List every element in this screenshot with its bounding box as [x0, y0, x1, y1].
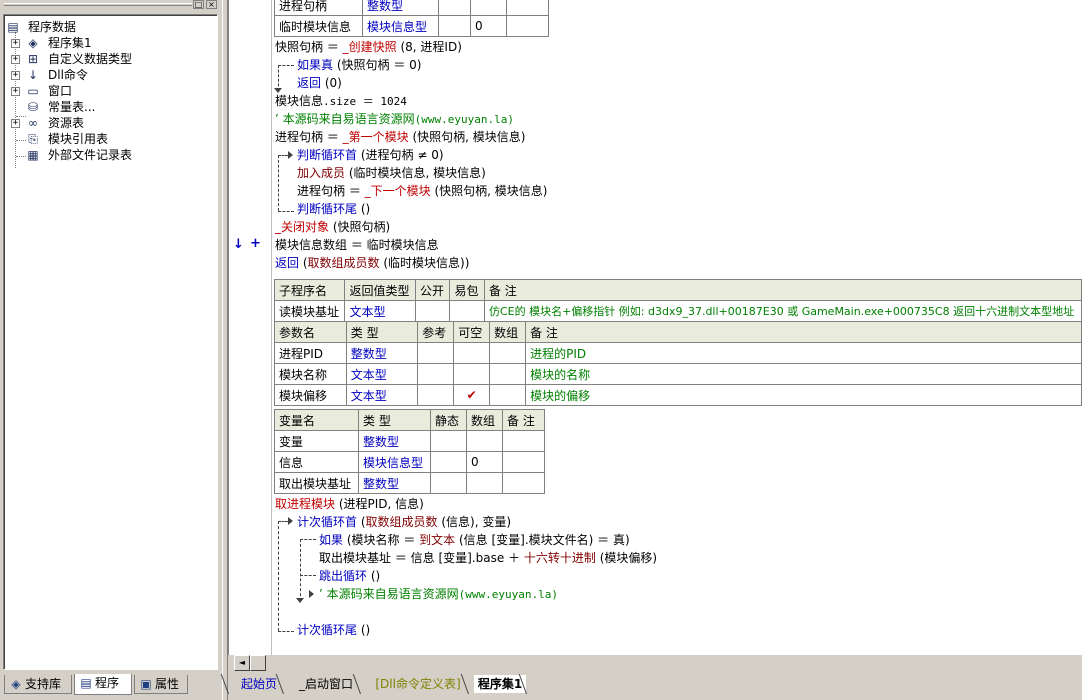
tree-root-label: 程序数据 — [28, 20, 77, 34]
comment-line[interactable]: ’ 本源码来自易语言资源网(www.eyuyan.la) — [319, 585, 558, 603]
table-header: 参数名 类 型 参考 可空 数组 备 注 — [274, 321, 1082, 343]
code-line[interactable]: 如果 (模块名称 ＝ 到文本 (信息 [变量].模块文件名) ＝ 真) — [319, 531, 630, 549]
code-line[interactable]: 进程句柄 ＝ _下一个模块 (快照句柄, 模块信息) — [297, 182, 547, 200]
code-line[interactable]: 如果真 (快照句柄 ＝ 0) — [297, 56, 421, 74]
code-line[interactable]: 进程句柄 ＝ _第一个模块 (快照句柄, 模块信息) — [275, 128, 525, 146]
parameter-table: 参数名 类 型 参考 可空 数组 备 注 进程PID 整数型 进程的PID 模块… — [274, 321, 1082, 406]
checkmark-icon[interactable]: ✔ — [453, 384, 491, 406]
table-header: 子程序名 返回值类型 公开 易包 备 注 — [273, 279, 1082, 301]
module-ref-icon: ⎘ — [28, 132, 38, 146]
local-variable-table: 变量名 类 型 静态 数组 备 注 变量 整数型 信息 模块信息型 0 取出模块… — [274, 409, 545, 494]
expand-icon[interactable]: + — [11, 55, 20, 64]
expand-icon[interactable]: + — [11, 71, 20, 80]
table-row[interactable]: 模块偏移 文本型 ✔ 模块的偏移 — [274, 384, 1082, 406]
project-panel: □ × ▤ 程序数据 + ◈ 程序集1 + ⊞ 自定义数据类型 + ↓ Dll命… — [0, 0, 222, 700]
scroll-left-icon[interactable]: ◄ — [234, 655, 250, 671]
program-icon: ▤ — [80, 676, 92, 690]
scroll-thumb[interactable] — [250, 655, 266, 671]
code-line[interactable]: 模块信息数组 ＝ 临时模块信息 — [275, 236, 439, 254]
tab-dll-table[interactable]: [Dll命令定义表] — [368, 675, 468, 693]
current-line-arrow-icon: ↓ — [233, 237, 244, 252]
assembly-icon: ◈ — [28, 36, 38, 50]
code-line[interactable]: 取进程模块 (进程PID, 信息) — [275, 495, 424, 513]
code-line[interactable]: 取出模块基址 ＝ 信息 [变量].base ＋ 十六转十进制 (模块偏移) — [319, 549, 657, 567]
code-line[interactable]: 判断循环尾 () — [297, 200, 370, 218]
tree-item-constant[interactable]: ⛁ 常量表... — [4, 99, 214, 115]
resource-icon: ∞ — [28, 116, 38, 130]
dll-icon: ↓ — [27, 68, 39, 82]
tab-program[interactable]: ▤ 程序 — [74, 674, 132, 695]
table-row[interactable]: 读模块基址 文本型 仿CE的 模块名+偏移指针 例如: d3dx9_37.dll… — [273, 300, 1082, 322]
panel-tabs: ◈ 支持库 ▤ 程序 ▣ 属性 — [0, 672, 222, 700]
code-line[interactable]: 计次循环尾 () — [297, 621, 370, 639]
code-line[interactable]: 加入成员 (临时模块信息, 模块信息) — [297, 164, 486, 182]
table-row[interactable]: 取出模块基址 整数型 — [274, 472, 545, 494]
tree-item-module-ref[interactable]: ⎘ 模块引用表 — [4, 131, 214, 147]
tab-startup-window[interactable]: _启动窗口 — [292, 675, 360, 693]
code-line[interactable]: 返回 (0) — [297, 74, 342, 92]
close-icon[interactable]: × — [206, 0, 217, 9]
code-line[interactable]: 快照句柄 ＝ _创建快照 (8, 进程ID) — [275, 38, 462, 56]
table-header: 变量名 类 型 静态 数组 备 注 — [274, 409, 545, 431]
restore-icon[interactable]: □ — [193, 0, 204, 9]
tree-item-dll[interactable]: + ↓ Dll命令 — [4, 67, 214, 83]
library-icon: ◈ — [11, 677, 21, 691]
expand-plus-icon[interactable]: + — [250, 236, 261, 251]
panel-titlebar: □ × — [0, 0, 222, 10]
code-line[interactable]: 模块信息.size ＝ 1024 — [275, 92, 407, 110]
code-line[interactable]: 跳出循环 () — [319, 567, 380, 585]
tab-property[interactable]: ▣ 属性 — [134, 675, 188, 694]
expand-icon[interactable]: + — [11, 119, 20, 128]
code-line[interactable]: 返回 (取数组成员数 (临时模块信息)) — [275, 254, 469, 272]
tab-assembly1[interactable]: 程序集1 — [474, 675, 526, 693]
expand-icon[interactable]: + — [11, 39, 20, 48]
property-icon: ▣ — [140, 677, 152, 691]
code-editor[interactable]: ↓ + 进程句柄 整数型 临时模块信息 模块信息型 0 快照句柄 ＝ _创建快照… — [228, 0, 1082, 655]
code-line[interactable]: 判断循环首 (进程句柄 ≠ 0) — [297, 146, 444, 164]
project-tree[interactable]: ▤ 程序数据 + ◈ 程序集1 + ⊞ 自定义数据类型 + ↓ Dll命令 + … — [3, 14, 218, 670]
comment-line[interactable]: ’ 本源码来自易语言资源网(www.eyuyan.la) — [275, 110, 514, 128]
table-row[interactable]: 进程PID 整数型 进程的PID — [274, 342, 1082, 364]
database-icon: ▤ — [7, 20, 19, 34]
table-row[interactable]: 变量 整数型 — [274, 430, 545, 452]
panel-grip[interactable] — [4, 3, 192, 6]
editor-gutter — [229, 0, 271, 655]
table-row[interactable]: 临时模块信息 模块信息型 0 — [274, 15, 549, 37]
code-line[interactable]: _关闭对象 (快照句柄) — [275, 218, 390, 236]
window-icon: ▭ — [27, 84, 39, 98]
tree-item-resource[interactable]: + ∞ 资源表 — [4, 115, 214, 131]
file-record-icon: ▦ — [27, 148, 39, 162]
document-tabs: 起始页 _启动窗口 [Dll命令定义表] 程序集1 — [220, 672, 1082, 700]
code-line[interactable]: 计次循环首 (取数组成员数 (信息), 变量) — [297, 513, 511, 531]
tree-item-datatype[interactable]: + ⊞ 自定义数据类型 — [4, 51, 214, 67]
constant-icon: ⛁ — [27, 100, 39, 114]
datatype-icon: ⊞ — [27, 52, 39, 66]
table-row[interactable]: 模块名称 文本型 模块的名称 — [274, 363, 1082, 385]
tab-start-page[interactable]: 起始页 — [236, 675, 282, 693]
subroutine-table: 子程序名 返回值类型 公开 易包 备 注 读模块基址 文本型 仿CE的 模块名+… — [273, 279, 1082, 322]
horizontal-scrollbar[interactable]: ◄ — [228, 655, 1082, 671]
tree-item-assembly[interactable]: + ◈ 程序集1 — [4, 35, 214, 51]
expand-icon[interactable]: + — [11, 87, 20, 96]
variable-table-partial: 进程句柄 整数型 临时模块信息 模块信息型 0 — [274, 0, 549, 37]
tree-item-file-record[interactable]: ▦ 外部文件记录表 — [4, 147, 214, 163]
table-row[interactable]: 信息 模块信息型 0 — [274, 451, 545, 473]
tab-library[interactable]: ◈ 支持库 — [4, 675, 72, 694]
table-row[interactable]: 进程句柄 整数型 — [274, 0, 549, 16]
tree-item-window[interactable]: + ▭ 窗口 — [4, 83, 214, 99]
